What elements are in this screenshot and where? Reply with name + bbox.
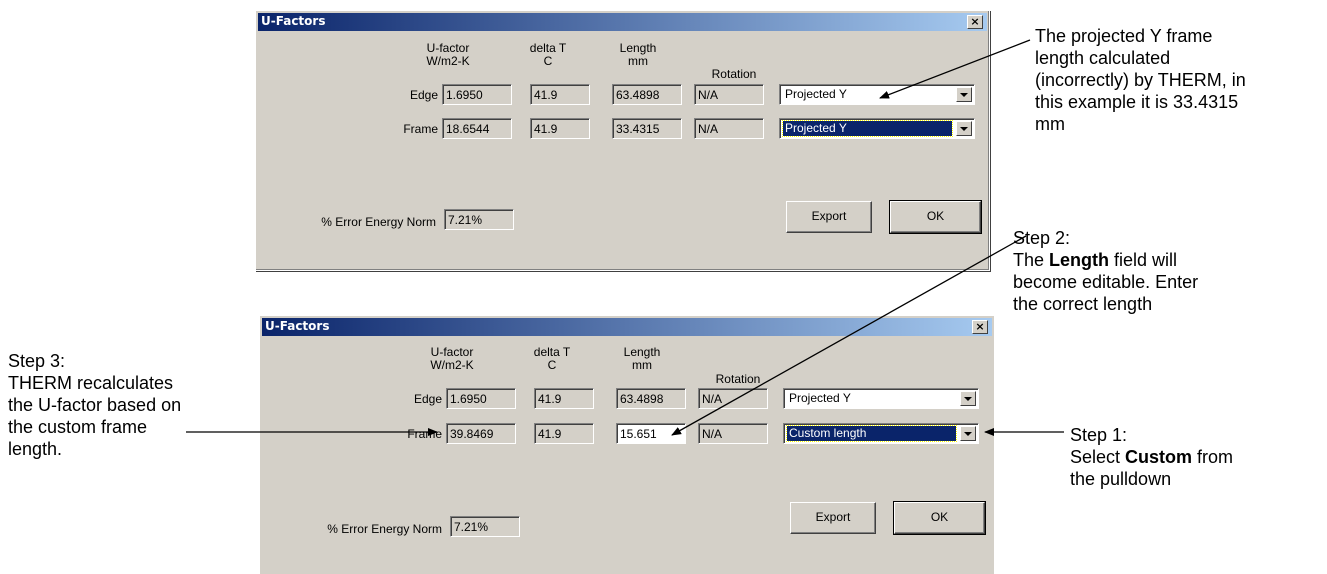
arrow-step2 xyxy=(671,235,1027,436)
callout-arrows xyxy=(186,39,1064,436)
arrow-projected-y xyxy=(879,39,1031,99)
